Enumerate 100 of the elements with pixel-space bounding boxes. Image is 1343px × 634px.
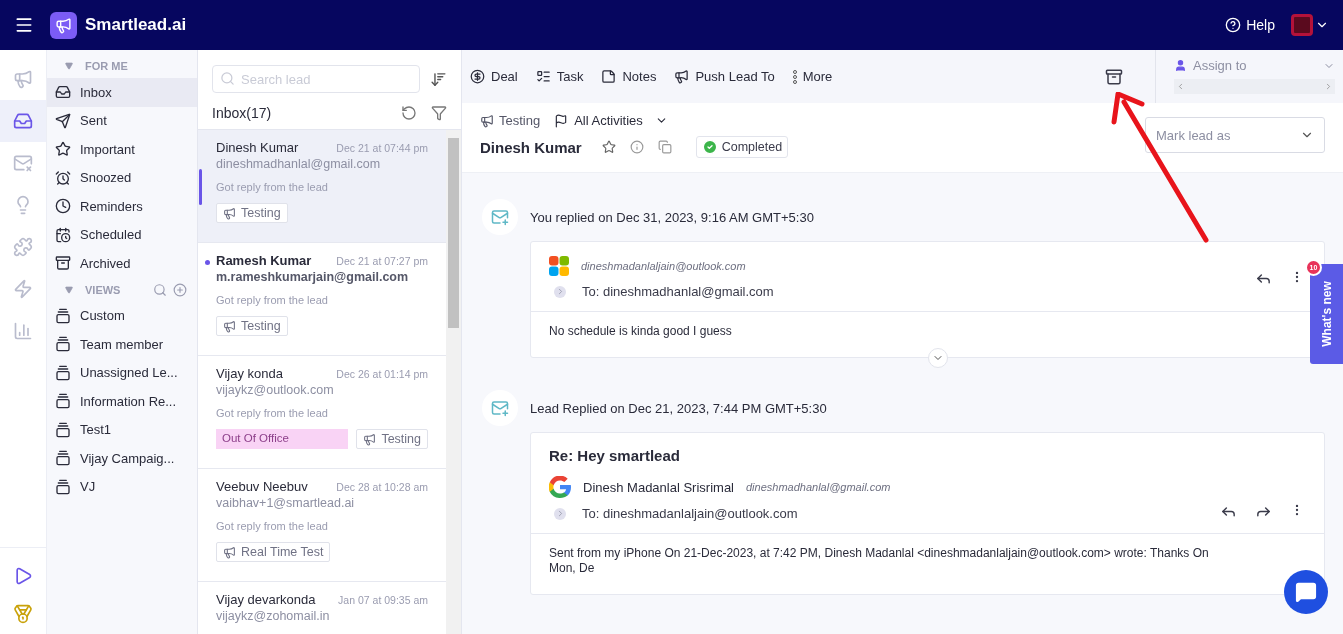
inbox-icon[interactable] [0,100,46,142]
stack-icon [55,450,71,467]
nav-item[interactable]: VJ [47,472,197,501]
toolbar-button[interactable]: Notes [601,69,657,84]
campaign-tag: Testing [216,203,288,223]
play-icon[interactable] [13,566,33,586]
toolbar-button[interactable]: Task [535,69,584,84]
refresh-icon[interactable] [401,105,417,121]
nav-item[interactable]: Scheduled [47,220,197,249]
nav-item[interactable]: Custom [47,301,197,330]
megaphone-icon [480,113,494,128]
campaign-tag: Real Time Test [216,542,331,562]
toolbar-button[interactable]: More [792,69,833,84]
nav-item[interactable]: Archived [47,249,197,278]
lead-email: vaibhav+1@smartlead.ai [216,496,356,510]
note-icon [601,69,617,84]
nav-item[interactable]: Team member [47,330,197,359]
expand-icon[interactable] [554,507,566,520]
lead-item[interactable]: Dinesh Kumar Dec 21 at 07:44 pm dineshmadhanlal@gmail.com Got reply from the lead Testing [198,130,446,243]
chat-icon [1295,581,1317,603]
clock-icon [55,198,71,215]
send-icon [55,112,71,129]
category-tag: Out Of Office [216,429,349,449]
nav-item[interactable]: Important [47,135,197,164]
lead-name: Dinesh Kumar [216,140,299,155]
stack-icon [55,478,71,495]
user-icon [1174,59,1187,72]
lead-email: m.rameshkumarjain@gmail.com [216,270,410,284]
lead-snippet: Got reply from the lead [216,181,329,193]
lead-title: Dinesh Kumar [480,138,582,156]
dollar-icon [470,69,485,84]
megaphone-icon [223,545,236,559]
checklist-icon [535,69,551,84]
mail-icon [482,199,518,235]
add-icon[interactable] [173,282,187,297]
list-title: Inbox(17) [212,105,272,121]
lead-date: Dec 21 at 07:44 pm [336,141,428,154]
search-icon[interactable] [153,282,167,297]
megaphone-logo-icon [50,11,77,39]
mail-icon [482,390,518,426]
copy-icon[interactable] [657,140,672,154]
lead-name: Vijay devarkonda [216,592,316,607]
lead-email: vijaykz@zohomail.in [216,609,331,623]
medal-icon[interactable] [13,604,33,624]
lead-snippet: Got reply from the lead [216,294,329,306]
help-icon[interactable] [1225,17,1242,33]
info-icon[interactable] [629,140,644,154]
activity-title: You replied on Dec 31, 2023, 9:16 AM GMT+5:30 [530,209,814,225]
scrollbar[interactable] [446,130,461,634]
filter-icon[interactable] [431,105,447,121]
stack-icon [55,421,71,438]
email-subject: Re: Hey smartlead [549,447,681,464]
lead-date: Dec 21 at 07:27 pm [336,254,428,267]
inbox-icon [55,84,71,101]
archive-icon [1105,67,1123,86]
nav-item[interactable]: Vijay Campaig... [47,444,197,473]
nav-item[interactable]: Unassigned Le... [47,358,197,387]
nav-item[interactable]: Sent [47,106,197,135]
scrollbar[interactable] [1174,79,1335,94]
section-title: FOR ME [85,60,128,72]
sender-name: Dinesh Madanlal Srisrimal [583,479,734,495]
flag-icon [554,113,569,128]
menu-icon[interactable] [14,15,34,35]
megaphone-icon [363,432,377,446]
toolbar-button[interactable]: Push Lead To [674,69,775,84]
alarm-clock-icon [55,169,71,186]
nav-item[interactable]: Snoozed [47,163,197,192]
brand-name: Smartlead.ai [85,15,187,35]
sort-icon[interactable] [430,70,447,88]
stack-icon [55,307,71,324]
lead-name: Ramesh Kumar [216,253,312,268]
lead-date: Dec 26 at 01:14 pm [336,367,428,380]
archive-icon [55,255,71,272]
campaign-tag: Testing [216,316,288,336]
expand-icon[interactable] [554,285,566,298]
email-body: No schedule is kinda good I guess [549,324,733,339]
star-icon[interactable] [601,140,616,154]
lead-name: Veebuv Neebuv [216,479,308,494]
toolbar-button[interactable]: Deal [470,69,518,84]
lead-snippet: Got reply from the lead [216,520,329,532]
more-icon [792,69,797,84]
lead-email: vijaykz@outlook.com [216,383,335,397]
star-icon [55,141,71,158]
g-logo-icon [549,476,571,498]
selection-bar [199,169,202,205]
lead-snippet: Got reply from the lead [216,407,329,419]
activities-filter[interactable]: All Activities [554,113,668,128]
megaphone-icon [223,206,236,220]
stack-icon [55,336,71,353]
nav-item[interactable]: Test1 [47,415,197,444]
help-link[interactable]: Help [1246,17,1275,33]
nav-item[interactable]: Inbox [47,78,197,107]
expand-button[interactable] [927,348,948,368]
stack-icon [55,393,71,410]
status-badge: Completed [695,136,789,158]
campaign-label: Testing [480,113,541,128]
nav-item[interactable]: Information Re... [47,387,197,416]
archive-button[interactable] [1105,67,1123,86]
lead-date: Dec 28 at 10:28 am [336,480,428,493]
nav-item[interactable]: Reminders [47,192,197,221]
